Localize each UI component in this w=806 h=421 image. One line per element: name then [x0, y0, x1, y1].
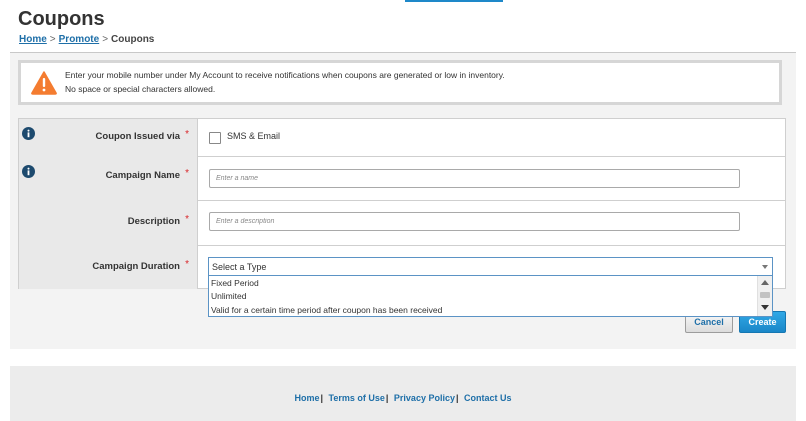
footer: Home| Terms of Use| Privacy Policy| Cont… [10, 366, 796, 421]
dropdown-option-fixed-period[interactable]: Fixed Period [211, 278, 259, 288]
scrollbar-thumb[interactable] [760, 292, 770, 298]
coupon-issued-via-label: Coupon Issued via [95, 131, 180, 142]
sms-email-checkbox-label[interactable]: SMS & Email [227, 131, 280, 141]
description-input[interactable] [209, 212, 740, 231]
footer-links: Home| Terms of Use| Privacy Policy| Cont… [294, 393, 512, 403]
description-label: Description [127, 216, 180, 227]
alert-message-line2: No space or special characters allowed. [65, 84, 216, 94]
top-accent-line [405, 0, 503, 2]
page-title: Coupons [18, 8, 105, 30]
campaign-duration-label: Campaign Duration [92, 261, 180, 272]
footer-link-privacy[interactable]: Privacy Policy [394, 393, 455, 403]
campaign-duration-selected-value: Select a Type [212, 262, 267, 272]
campaign-name-input[interactable] [209, 169, 740, 188]
required-asterisk: * [185, 168, 189, 179]
dropdown-option-unlimited[interactable]: Unlimited [211, 291, 246, 301]
breadcrumb-current: Coupons [111, 34, 155, 45]
info-icon[interactable] [22, 127, 35, 140]
form-row-campaign-name: Campaign Name * [19, 156, 785, 201]
alert-message-line1: Enter your mobile number under My Accoun… [65, 70, 505, 80]
campaign-name-label: Campaign Name [105, 170, 180, 181]
dropdown-scrollbar[interactable] [757, 276, 772, 316]
notification-alert: Enter your mobile number under My Accoun… [18, 60, 782, 105]
form-row-description: Description * [19, 200, 785, 246]
required-asterisk: * [185, 259, 189, 270]
chevron-down-icon [762, 265, 768, 269]
scroll-up-arrow-icon[interactable] [761, 280, 769, 285]
info-icon[interactable] [22, 165, 35, 178]
required-asterisk: * [185, 214, 189, 225]
campaign-duration-dropdown-list: Fixed Period Unlimited Valid for a certa… [208, 276, 773, 317]
breadcrumb-promote-link[interactable]: Promote [59, 34, 100, 45]
form-row-coupon-issued-via: Coupon Issued via * SMS & Email [19, 119, 785, 157]
scroll-down-arrow-icon[interactable] [761, 305, 769, 310]
sms-email-checkbox[interactable] [209, 132, 221, 144]
breadcrumb-home-link[interactable]: Home [19, 34, 47, 45]
campaign-duration-select[interactable]: Select a Type [208, 257, 773, 276]
required-asterisk: * [185, 129, 189, 140]
footer-link-contact[interactable]: Contact Us [464, 393, 512, 403]
footer-link-terms[interactable]: Terms of Use [329, 393, 385, 403]
footer-link-home[interactable]: Home [294, 393, 319, 403]
dropdown-option-valid-period[interactable]: Valid for a certain time period after co… [211, 305, 442, 315]
warning-icon [31, 71, 57, 95]
breadcrumb: Home > Promote > Coupons [19, 34, 155, 45]
